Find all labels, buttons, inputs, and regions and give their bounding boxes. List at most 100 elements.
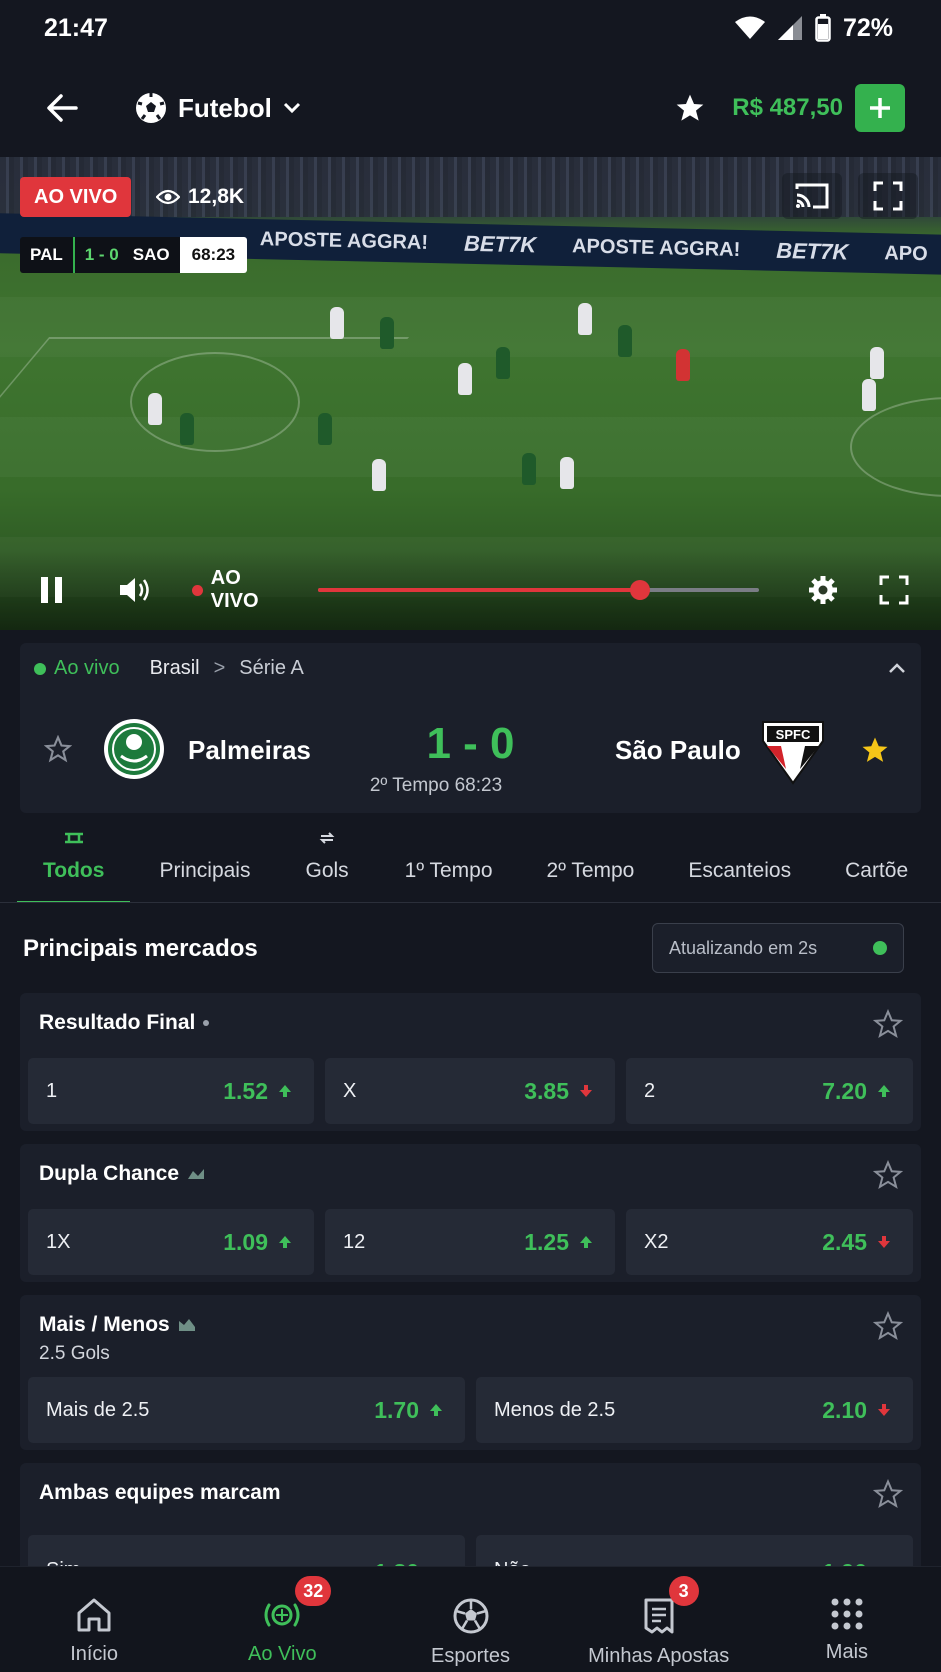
- player: [862, 379, 876, 411]
- nav-label: Minhas Apostas: [588, 1645, 730, 1667]
- odd-price: 3.85: [524, 1077, 569, 1104]
- odd-selection: X: [343, 1079, 357, 1102]
- nav-mais[interactable]: Mais: [753, 1567, 941, 1672]
- tab-label: 2º Tempo: [546, 859, 635, 882]
- odd-button[interactable]: X 3.85: [325, 1058, 615, 1124]
- player: [180, 413, 194, 445]
- nav-ao-vivo[interactable]: Ao Vivo 32: [188, 1567, 376, 1672]
- sport-selector[interactable]: Futebol: [134, 91, 302, 125]
- player: [148, 393, 162, 425]
- video-controls: AO VIVO: [0, 550, 941, 630]
- odd-button[interactable]: 1X 1.09: [28, 1209, 314, 1275]
- back-button[interactable]: [40, 86, 84, 130]
- nav-label: Ao Vivo: [248, 1643, 317, 1665]
- odd-button[interactable]: Menos de 2.5 2.10: [476, 1377, 913, 1443]
- player: [522, 453, 536, 485]
- gols-tab-icon: [319, 832, 335, 844]
- match-header: Ao vivo Brasil > Série A: [34, 657, 304, 680]
- pause-button[interactable]: [38, 575, 66, 605]
- active-tab-indicator: [17, 901, 131, 902]
- player: [318, 413, 332, 445]
- market-title-label: Resultado Final: [39, 1011, 196, 1034]
- battery-icon: [815, 14, 831, 42]
- odd-selection: 2: [644, 1079, 656, 1102]
- fullscreen-icon: [879, 575, 909, 605]
- tab-primeiro-tempo[interactable]: 1º Tempo: [405, 823, 493, 902]
- favorite-away-button[interactable]: [860, 735, 890, 770]
- scorebug-home: PAL: [20, 237, 73, 273]
- sao-paulo-crest-art: SPFC: [762, 721, 824, 785]
- video-progress-bar[interactable]: [318, 580, 759, 600]
- favorite-button[interactable]: [668, 86, 712, 130]
- breadcrumb-league[interactable]: Série A: [239, 657, 303, 680]
- scorebug-away: SAO: [128, 237, 180, 273]
- odd-price: 1.25: [524, 1228, 569, 1255]
- market-favorite-button[interactable]: [872, 1159, 904, 1195]
- tab-cartoes[interactable]: Cartõe: [845, 823, 908, 902]
- tab-principais[interactable]: Principais: [159, 823, 250, 902]
- chevron-down-icon: [283, 102, 300, 114]
- odd-selection: Menos de 2.5: [494, 1398, 616, 1421]
- odd-price-group: 1.70: [374, 1397, 443, 1424]
- tab-gols[interactable]: Gols: [305, 823, 349, 902]
- odd-button[interactable]: 2 7.20: [626, 1058, 913, 1124]
- market-resultado-final: Resultado Final 1 1.52 X 3.85 2 7.20: [20, 993, 921, 1131]
- player: [560, 457, 574, 489]
- player: [380, 317, 394, 349]
- volume-button[interactable]: [118, 575, 152, 605]
- collapse-button[interactable]: [887, 661, 907, 680]
- market-favorite-button[interactable]: [872, 1310, 904, 1346]
- cast-button[interactable]: [782, 173, 842, 219]
- tab-label: Gols: [305, 859, 349, 882]
- fullscreen-button[interactable]: [858, 173, 918, 219]
- player: [618, 325, 632, 357]
- nav-inicio[interactable]: Início: [0, 1567, 188, 1672]
- live-icon: [264, 1603, 300, 1627]
- market-favorite-button[interactable]: [872, 1478, 904, 1514]
- cast-icon: [795, 183, 829, 209]
- odd-button[interactable]: 12 1.25: [325, 1209, 615, 1275]
- receipt-icon: [644, 1598, 674, 1634]
- tab-escanteios[interactable]: Escanteios: [688, 823, 791, 902]
- ad-text: APOSTE AGGRA!: [259, 227, 429, 254]
- tab-todos[interactable]: Todos: [17, 823, 131, 902]
- battery-level: 72%: [842, 13, 893, 42]
- odd-selection: Mais de 2.5: [46, 1398, 150, 1421]
- odd-button[interactable]: Mais de 2.5 1.70: [28, 1377, 465, 1443]
- market-dupla-chance: Dupla Chance 1X 1.09 12 1.25 X2 2.45: [20, 1144, 921, 1282]
- odd-price-group: 2.10: [822, 1397, 891, 1424]
- odd-selection: 12: [343, 1230, 366, 1253]
- deposit-button[interactable]: [855, 84, 905, 132]
- market-title: Resultado Final: [39, 1011, 210, 1035]
- market-favorite-button[interactable]: [872, 1008, 904, 1044]
- ad-text: APOSTE AGGRA!: [571, 234, 741, 261]
- live-count-badge: 32: [295, 1576, 332, 1606]
- live-dot: [34, 662, 46, 675]
- settings-button[interactable]: [807, 574, 839, 606]
- progress-knob[interactable]: [629, 580, 650, 600]
- gear-icon: [809, 576, 837, 604]
- nav-esportes[interactable]: Esportes: [376, 1567, 564, 1672]
- breadcrumb-country[interactable]: Brasil: [150, 657, 200, 680]
- ad-text: BET7K: [775, 237, 849, 265]
- odd-button[interactable]: X2 2.45: [626, 1209, 913, 1275]
- arrow-up-icon: [878, 1085, 890, 1097]
- fullscreen-control-button[interactable]: [879, 575, 909, 605]
- odd-button[interactable]: 1 1.52: [28, 1058, 314, 1124]
- player: [458, 363, 472, 395]
- balance-amount[interactable]: R$ 487,50: [732, 94, 843, 122]
- update-indicator: Atualizando em 2s: [652, 923, 904, 973]
- volume-icon: [120, 578, 149, 602]
- section-title: Principais mercados: [23, 935, 258, 962]
- pitch-circle: [850, 397, 941, 497]
- scorebug-score: 1 - 0: [72, 237, 129, 273]
- away-team-name: São Paulo: [615, 735, 741, 765]
- tab-segundo-tempo[interactable]: 2º Tempo: [546, 823, 635, 902]
- market-title: Dupla Chance: [39, 1162, 205, 1186]
- video-player[interactable]: APOSTE AGGRA! BET7K APOSTE AGGRA! BET7K …: [0, 157, 941, 630]
- nav-minhas-apostas[interactable]: Minhas Apostas 3: [565, 1567, 753, 1672]
- arrow-left-icon: [47, 94, 78, 122]
- match-period: 2º Tempo 68:23: [369, 775, 503, 796]
- live-indicator: AO VIVO: [192, 567, 292, 613]
- player: [496, 347, 510, 379]
